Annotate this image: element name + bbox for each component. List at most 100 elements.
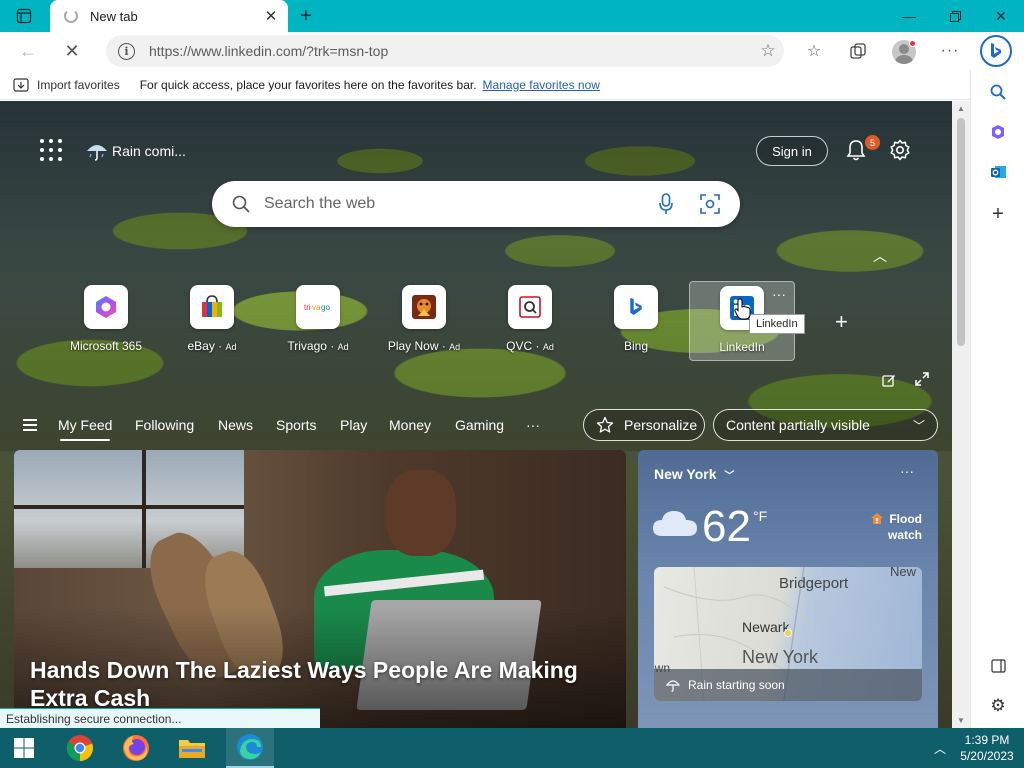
content-visibility-label: Content partially visible (726, 417, 870, 433)
trivago-logo-icon: tri va go (296, 285, 340, 329)
tab-actions-button[interactable] (8, 4, 40, 28)
sidebar-add-button[interactable]: + (984, 200, 1012, 228)
back-button[interactable]: ← (14, 37, 42, 65)
tray-overflow-chevron-icon[interactable]: ︿ (934, 740, 946, 757)
personalize-button[interactable]: Personalize (583, 409, 705, 441)
import-favorites-button[interactable]: Import favorites (13, 78, 120, 92)
url-text[interactable]: https://www.linkedin.com/?trk=msn-top (149, 43, 752, 59)
tile-label: Trivago (287, 339, 327, 353)
tab-following[interactable]: Following (135, 417, 194, 433)
sidebar-hide-button[interactable] (984, 652, 1012, 680)
voice-search-microphone-icon[interactable] (644, 193, 688, 215)
taskbar-file-explorer[interactable] (168, 728, 216, 768)
collections-button[interactable] (844, 37, 872, 65)
quick-link-qvc[interactable]: QVC · Ad (477, 281, 583, 361)
taskbar-edge[interactable] (226, 728, 274, 768)
page-settings-gear-icon[interactable] (889, 139, 911, 164)
tab-money[interactable]: Money (389, 417, 431, 433)
sign-in-button[interactable]: Sign in (756, 136, 828, 166)
quick-link-microsoft-365[interactable]: Microsoft 365 (53, 281, 159, 361)
restore-button[interactable] (932, 0, 978, 32)
rain-forecast-bar[interactable]: Rain starting soon (654, 669, 922, 701)
quick-link-bing[interactable]: Bing (583, 281, 689, 361)
hero-headline[interactable]: Hands Down The Laziest Ways People Are M… (30, 656, 610, 712)
taskbar-chrome[interactable] (56, 728, 104, 768)
new-tab-button[interactable]: + (294, 4, 318, 28)
windows-taskbar: ︿ 1:39 PM 5/20/2023 (0, 728, 1024, 768)
ebay-shopping-bag-icon (190, 285, 234, 329)
site-info-icon[interactable]: i (118, 42, 135, 60)
import-favorites-label: Import favorites (37, 77, 120, 92)
tab-news[interactable]: News (218, 417, 253, 433)
system-clock[interactable]: 1:39 PM 5/20/2023 (956, 732, 1018, 764)
scroll-up-arrow-icon[interactable]: ▲ (957, 104, 965, 113)
sidebar-settings-gear-icon[interactable]: ⚙ (984, 692, 1012, 720)
close-tab-icon[interactable]: ✕ (262, 7, 280, 25)
web-search-box[interactable] (212, 181, 740, 227)
collapse-chevron-up-icon[interactable]: ︿ (873, 246, 887, 266)
minimize-button[interactable]: — (886, 0, 932, 32)
tile-label: eBay (187, 339, 215, 353)
quick-link-trivago[interactable]: tri va go Trivago · Ad (265, 281, 371, 361)
close-window-button[interactable]: ✕ (978, 0, 1024, 32)
weather-more-options-button[interactable]: ··· (900, 463, 914, 479)
flood-watch-alert[interactable]: Flood watch (870, 511, 922, 543)
settings-more-button[interactable]: ··· (936, 37, 964, 65)
weather-card[interactable]: New York ﹀ ··· 62 °F Flood watch Bridgep… (638, 450, 938, 728)
cloud-icon (652, 508, 698, 541)
browser-tab[interactable]: New tab ✕ (50, 0, 288, 32)
tab-play[interactable]: Play (340, 417, 367, 433)
tab-gaming[interactable]: Gaming (455, 417, 504, 433)
quick-link-ebay[interactable]: eBay · Ad (159, 281, 265, 361)
firefox-icon (123, 735, 149, 761)
tab-my-feed[interactable]: My Feed (58, 417, 112, 441)
notification-count-badge: 5 (865, 135, 880, 150)
page-scrollbar[interactable]: ▲ ▼ (952, 101, 970, 728)
quick-link-play-now[interactable]: Play Now · Ad (371, 281, 477, 361)
hamburger-menu-icon[interactable] (23, 419, 37, 434)
location-pin-icon (784, 629, 792, 637)
favorites-bar: Import favorites For quick access, place… (0, 70, 970, 100)
weather-map[interactable]: Bridgeport New Newark New York own Rain … (654, 567, 922, 701)
tab-sports[interactable]: Sports (276, 417, 316, 433)
temperature-value: 62 (702, 502, 751, 551)
start-button[interactable] (0, 728, 48, 768)
web-search-input[interactable] (264, 195, 644, 213)
umbrella-icon (87, 145, 107, 161)
favorites-icon[interactable]: ☆ (800, 37, 828, 65)
sidebar-search-button[interactable] (984, 78, 1012, 106)
hand-cursor-icon (734, 298, 752, 323)
sidebar-office-button[interactable] (984, 118, 1012, 146)
weather-summary[interactable]: Rain comi... (86, 141, 186, 161)
expand-icon[interactable] (915, 372, 929, 389)
content-visibility-dropdown[interactable]: Content partially visible ﹀ (713, 409, 938, 441)
notifications-bell-icon[interactable] (846, 139, 866, 164)
alert-line: Flood (889, 512, 922, 526)
svg-text:tri: tri (304, 303, 311, 312)
weather-city-label: New York (654, 466, 717, 482)
hero-image-person-head (386, 470, 456, 556)
bing-icon (991, 43, 1001, 58)
manage-favorites-link[interactable]: Manage favorites now (483, 78, 600, 92)
map-label-new: New (890, 567, 917, 579)
rain-forecast-text: Rain starting soon (688, 678, 785, 692)
weather-city[interactable]: New York ﹀ (654, 466, 734, 482)
taskbar-firefox[interactable] (112, 728, 160, 768)
app-launcher-grid-icon[interactable] (40, 139, 62, 161)
tile-more-options-button[interactable]: ··· (772, 286, 786, 302)
bing-chat-button[interactable] (980, 35, 1012, 67)
scrollbar-thumb[interactable] (957, 118, 965, 346)
add-favorite-icon[interactable]: ☆ (752, 41, 784, 61)
add-quick-link-button[interactable]: + (835, 309, 848, 335)
status-bar-text: Establishing secure connection... (0, 708, 320, 728)
stop-loading-button[interactable]: ✕ (58, 37, 86, 65)
more-feed-tabs-button[interactable]: ··· (526, 417, 540, 433)
edge-icon (237, 734, 263, 760)
visual-search-camera-icon[interactable] (688, 194, 732, 214)
edit-background-icon[interactable] (882, 373, 896, 390)
svg-text:va: va (312, 303, 321, 312)
address-bar[interactable]: i https://www.linkedin.com/?trk=msn-top … (106, 35, 784, 67)
scroll-down-arrow-icon[interactable]: ▼ (957, 716, 965, 725)
sidebar-outlook-button[interactable] (984, 158, 1012, 186)
hero-article-card[interactable]: Hands Down The Laziest Ways People Are M… (14, 450, 626, 728)
